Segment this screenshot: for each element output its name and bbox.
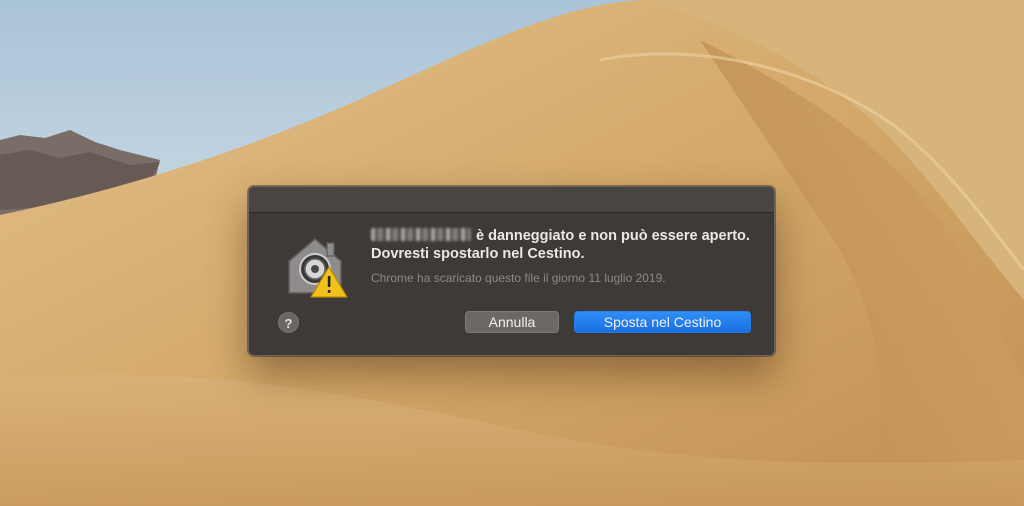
cancel-button[interactable]: Annulla: [465, 311, 559, 333]
redacted-app-name: [371, 228, 471, 241]
alert-message: è danneggiato e non può essere aperto. D…: [371, 227, 761, 263]
gatekeeper-warning-icon: [288, 238, 348, 298]
alert-informative-text: Chrome ha scaricato questo file il giorn…: [371, 271, 666, 285]
damaged-app-alert-dialog: è danneggiato e non può essere aperto. D…: [248, 186, 775, 356]
move-to-trash-button[interactable]: Sposta nel Cestino: [574, 311, 751, 333]
dialog-titlebar: [249, 187, 774, 213]
help-button[interactable]: ?: [278, 312, 299, 333]
